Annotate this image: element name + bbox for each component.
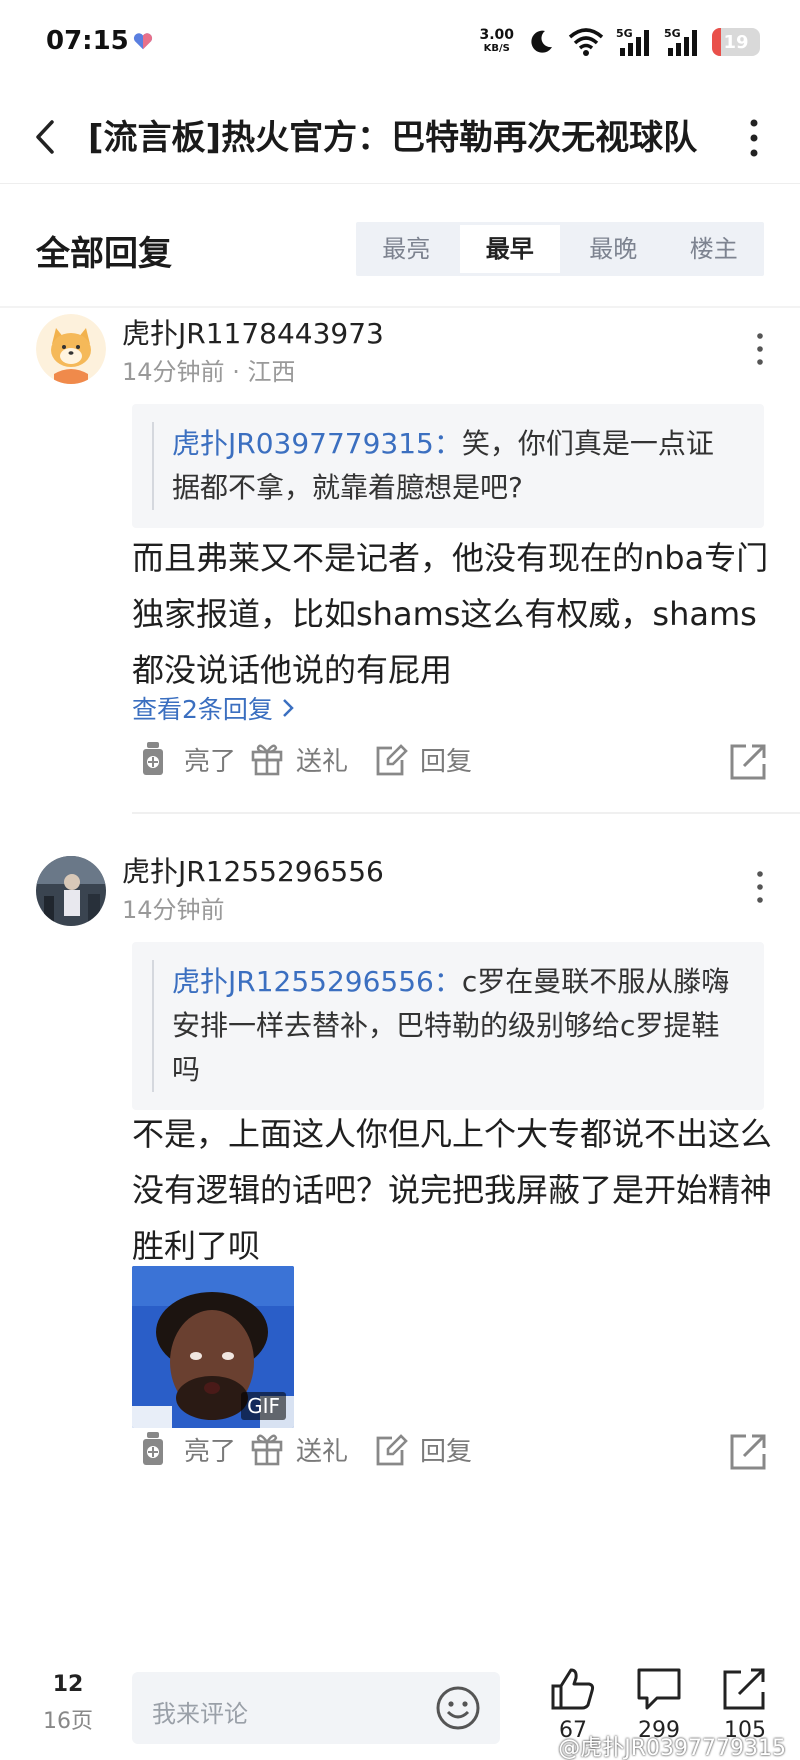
status-time: 07:15 [46, 26, 129, 56]
reply-edit-icon [376, 744, 408, 776]
more-vertical-icon[interactable] [748, 118, 760, 158]
comment-actions: 亮了 送礼 回复 [138, 740, 768, 786]
tab-latest[interactable]: 最晚 [563, 222, 664, 276]
svg-text:5G: 5G [664, 27, 681, 40]
quote-username[interactable]: 虎扑JR0397779315： [172, 427, 462, 460]
svg-text:5G: 5G [616, 27, 633, 40]
tab-op-only[interactable]: 楼主 [664, 222, 765, 276]
reply-label: 回复 [420, 1436, 473, 1467]
replies-heading: 全部回复 [36, 234, 172, 274]
like-button[interactable]: 亮了 [138, 740, 236, 778]
comment-body: 不是，上面这人你但凡上个大专都说不出这么没有逻辑的话吧？说完把我屏蔽了是开始精神… [132, 1115, 773, 1265]
tab-earliest[interactable]: 最早 [456, 222, 563, 276]
view-replies-label: 查看2条回复 [132, 695, 273, 724]
bottom-bar: 12 16页 我来评论 67 299 105 @虎扑JR0397779315 [0, 1658, 800, 1760]
emoji-icon[interactable] [434, 1684, 482, 1732]
quote-content: 虎扑JR1255296556：c罗在曼联不服从滕嗨安排一样去替补，巴特勒的级别够… [152, 960, 740, 1092]
comment-input[interactable]: 我来评论 [132, 1672, 500, 1744]
tab-brightest[interactable]: 最亮 [356, 222, 457, 276]
comment-username[interactable]: 虎扑JR1255296556 [122, 850, 384, 890]
back-arrow-icon[interactable] [30, 118, 64, 156]
status-icons: 3.00 KB/S 5G 5G 19 [479, 22, 760, 62]
replies-header: 全部回复 最亮 最早 最晚 楼主 [0, 184, 800, 308]
avatar[interactable] [36, 856, 106, 926]
gift-icon [251, 744, 283, 776]
page-title: [流言板]热火官方：巴特勒再次无视球队 [88, 118, 698, 158]
like-bulb-icon [143, 742, 163, 775]
quoted-reply[interactable]: 虎扑JR1255296556：c罗在曼联不服从滕嗨安排一样去替补，巴特勒的级别够… [132, 942, 764, 1110]
gift-label: 送礼 [296, 746, 349, 777]
comment-bubble-icon [637, 1668, 681, 1710]
thumbs-up-icon [551, 1668, 595, 1710]
comment-time: 14分钟前 [122, 358, 225, 386]
divider [132, 812, 800, 814]
comment-meta: 14分钟前 · 江西 [122, 352, 295, 387]
signal-icon: 5G [664, 27, 697, 56]
sort-tabs: 最亮 最早 最晚 楼主 [356, 222, 764, 276]
reply-button[interactable]: 回复 [374, 1430, 472, 1468]
title-bar: [流言板]热火官方：巴特勒再次无视球队 [0, 88, 800, 184]
quoted-reply[interactable]: 虎扑JR0397779315：笑，你们真是一点证据都不拿，就靠着臆想是吧? [132, 404, 764, 528]
comment-input-placeholder: 我来评论 [152, 1700, 248, 1728]
moon-icon [531, 30, 552, 53]
share-icon[interactable] [728, 1432, 768, 1472]
gift-button[interactable]: 送礼 [250, 740, 348, 778]
quote-username[interactable]: 虎扑JR1255296556： [172, 965, 462, 998]
comment-username[interactable]: 虎扑JR1178443973 [122, 312, 384, 352]
gift-label: 送礼 [296, 1436, 349, 1467]
comment-meta: 14分钟前 [122, 890, 225, 925]
more-vertical-icon[interactable] [756, 332, 764, 366]
signal-icon: 5G [616, 27, 649, 56]
gift-button[interactable]: 送礼 [250, 1430, 348, 1468]
share-icon [723, 1668, 765, 1710]
net-speed-value: 3.00 [479, 27, 514, 43]
avatar[interactable] [36, 314, 106, 384]
reply-edit-icon [376, 1434, 408, 1466]
like-label: 亮了 [184, 1436, 237, 1467]
watermark: @虎扑JR0397779315 [558, 1736, 786, 1760]
gif-image[interactable]: GIF [132, 1266, 294, 1428]
battery-fill [712, 28, 722, 56]
like-button[interactable]: 亮了 [138, 1430, 236, 1468]
battery-icon: 19 [712, 28, 760, 56]
net-speed: 3.00 KB/S [479, 28, 514, 56]
battery-level: 19 [723, 31, 749, 53]
chevron-right-icon [283, 699, 294, 717]
more-vertical-icon[interactable] [756, 870, 764, 904]
comment-body: 而且弗莱又不是记者，他没有现在的nba专门独家报道，比如shams这么有权威，s… [132, 539, 769, 689]
gif-badge: GIF [241, 1392, 286, 1420]
quote-content: 虎扑JR0397779315：笑，你们真是一点证据都不拿，就靠着臆想是吧? [152, 422, 740, 510]
share-icon[interactable] [728, 742, 768, 782]
page-indicator[interactable]: 12 16页 [40, 1672, 96, 1735]
comment-time: 14分钟前 [122, 896, 225, 924]
page-current: 12 [52, 1672, 84, 1697]
view-replies-link[interactable]: 查看2条回复 [132, 690, 295, 726]
like-label: 亮了 [184, 746, 237, 777]
page-total: 16页 [43, 1709, 93, 1734]
status-bar: 07:15 3.00 KB/S 5G 5G 19 [0, 0, 800, 88]
net-speed-unit: KB/S [483, 43, 510, 54]
like-bulb-icon [143, 1432, 163, 1465]
meta-separator: · [232, 358, 248, 386]
comment-actions: 亮了 送礼 回复 [138, 1430, 768, 1476]
gift-icon [251, 1434, 283, 1466]
heart-icon [133, 33, 153, 50]
comment-location: 江西 [247, 358, 296, 386]
reply-label: 回复 [420, 746, 473, 777]
wifi-icon [568, 28, 604, 56]
reply-button[interactable]: 回复 [374, 740, 472, 778]
